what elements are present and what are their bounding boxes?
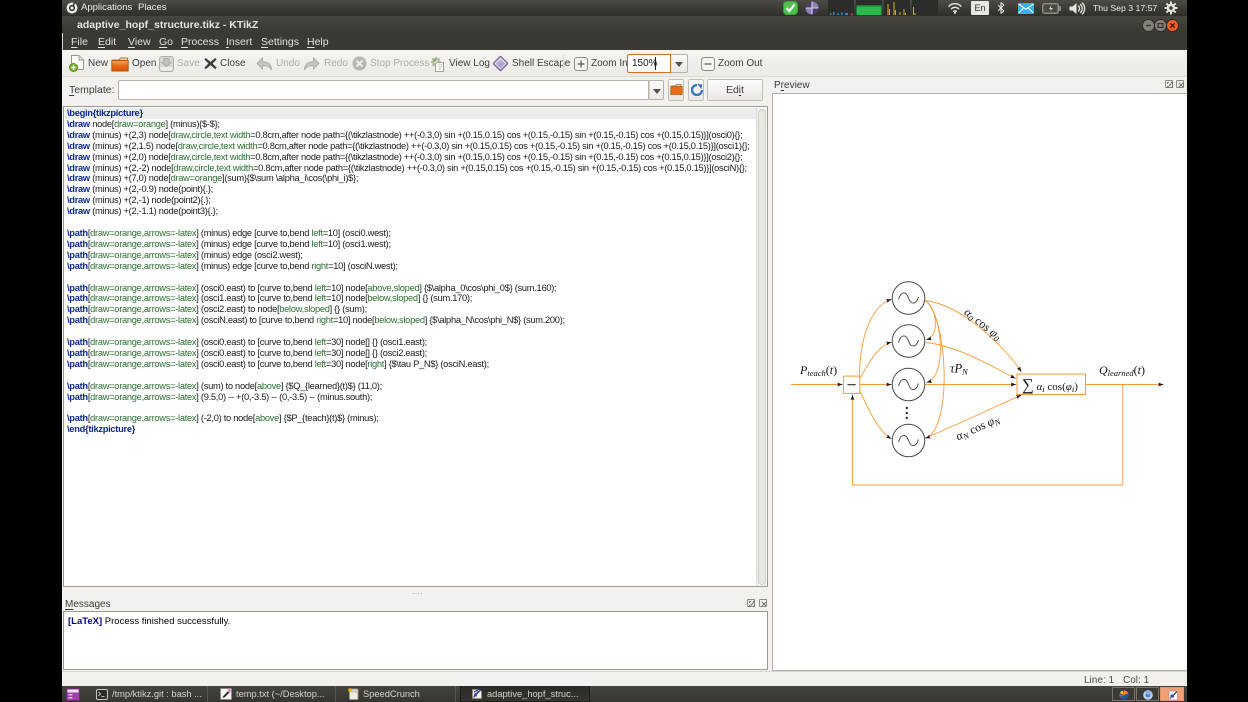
svg-text:αN cos φN: αN cos φN [954,411,1004,444]
svg-text:τPN: τPN [950,362,969,377]
svg-text:Pteach(t): Pteach(t) [799,363,837,378]
svg-text:Qlearned(t): Qlearned(t) [1099,363,1145,378]
svg-text:α0 cos φ0: α0 cos φ0 [961,305,1005,344]
